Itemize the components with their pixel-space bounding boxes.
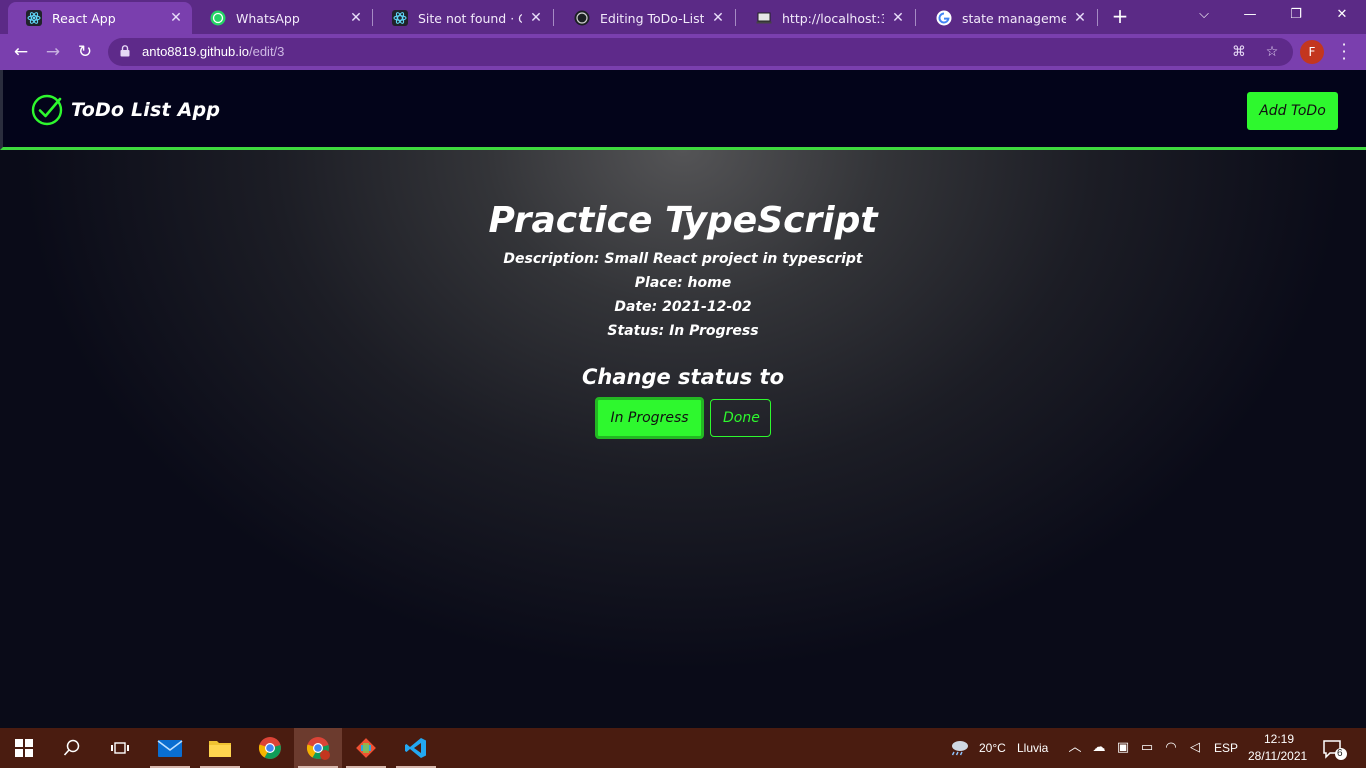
- tab-localhost[interactable]: http://localhost:3000/ ✕: [738, 2, 914, 34]
- status-button-group: In Progress Done: [0, 397, 1366, 439]
- translate-icon[interactable]: ⌘: [1230, 43, 1248, 61]
- tab-title: state management - G: [962, 10, 1066, 26]
- battery-icon[interactable]: ▭: [1138, 739, 1156, 757]
- react-icon: [26, 10, 42, 26]
- url-path: /edit/3: [248, 44, 285, 59]
- search-icon[interactable]: [48, 728, 96, 768]
- check-circle-icon: [31, 94, 63, 126]
- back-arrow-icon[interactable]: ←: [8, 40, 34, 64]
- vscode-icon[interactable]: [392, 728, 440, 768]
- tab-separator: [915, 9, 916, 26]
- mail-icon[interactable]: [146, 728, 194, 768]
- tab-whatsapp[interactable]: WhatsApp ✕: [192, 2, 372, 34]
- clock-time[interactable]: 12:19: [1264, 732, 1294, 746]
- description-value: Small React project in typescript: [604, 251, 863, 267]
- weather-temperature[interactable]: 20°C: [979, 741, 1006, 755]
- weather-condition[interactable]: Lluvia: [1017, 741, 1048, 755]
- tab-title: Site not found · GitHub: [418, 10, 522, 26]
- file-explorer-icon[interactable]: [196, 728, 244, 768]
- clock-date[interactable]: 28/11/2021: [1248, 749, 1307, 763]
- task-view-icon[interactable]: [96, 728, 144, 768]
- windows-start-icon[interactable]: [0, 728, 48, 768]
- restore-icon[interactable]: ❐: [1276, 4, 1316, 28]
- tab-separator: [735, 9, 736, 26]
- close-icon[interactable]: ✕: [710, 10, 726, 26]
- url-text: anto8819.github.io/edit/3: [142, 44, 284, 59]
- minimize-icon[interactable]: —: [1230, 4, 1270, 28]
- tab-title: Editing ToDo-List-App: [600, 10, 704, 26]
- todo-date: Date: 2021-12-02: [0, 295, 1366, 319]
- github-icon: [574, 10, 590, 26]
- browser-toolbar: ← → ↻ anto8819.github.io/edit/3 ⌘ ☆ F · ·…: [0, 34, 1366, 70]
- google-icon: [936, 10, 952, 26]
- tab-editing-todo[interactable]: Editing ToDo-List-App ✕: [556, 2, 734, 34]
- tab-separator: [372, 9, 373, 26]
- reload-icon[interactable]: ↻: [72, 40, 98, 64]
- notifications-icon[interactable]: [1322, 739, 1348, 760]
- react-icon: [392, 10, 408, 26]
- app-navbar: ToDo List App Add ToDo: [0, 70, 1366, 150]
- browser-tab-bar: React App ✕ WhatsApp ✕ Site not found · …: [0, 0, 1366, 34]
- git-icon[interactable]: [342, 728, 390, 768]
- place-label: Place:: [634, 275, 683, 291]
- status-done-button[interactable]: Done: [710, 399, 771, 437]
- new-tab-button[interactable]: +: [1108, 5, 1132, 29]
- close-icon[interactable]: ✕: [168, 10, 184, 26]
- app-title: ToDo List App: [71, 99, 221, 121]
- chrome-icon[interactable]: [246, 728, 294, 768]
- input-language[interactable]: ESP: [1214, 741, 1238, 755]
- close-icon[interactable]: ✕: [528, 10, 544, 26]
- tab-title: http://localhost:3000/: [782, 10, 884, 26]
- todo-detail: Practice TypeScript Description: Small R…: [0, 195, 1366, 439]
- tab-title: WhatsApp: [236, 10, 300, 26]
- url-host: anto8819.github.io: [142, 44, 249, 59]
- forward-arrow-icon[interactable]: →: [40, 40, 66, 64]
- change-status-heading: Change status to: [581, 365, 785, 389]
- close-icon[interactable]: ✕: [890, 10, 906, 26]
- tab-title: React App: [52, 10, 116, 26]
- chrome-profile-icon[interactable]: [294, 728, 342, 768]
- close-icon[interactable]: ✕: [1072, 10, 1088, 26]
- browser-menu-icon[interactable]: · · ·: [1338, 37, 1350, 67]
- whatsapp-icon: [210, 10, 226, 26]
- close-icon[interactable]: ✕: [348, 10, 364, 26]
- tab-google-search[interactable]: state management - G ✕: [918, 2, 1096, 34]
- meet-now-icon[interactable]: ▣: [1114, 739, 1132, 757]
- weather-rain-icon[interactable]: [948, 739, 970, 757]
- date-label: Date:: [614, 299, 658, 315]
- todo-status: Status: In Progress: [0, 319, 1366, 343]
- lock-icon: [120, 45, 130, 57]
- laptop-icon: [756, 10, 772, 26]
- tab-separator: [553, 9, 554, 26]
- app-page: ToDo List App Add ToDo Practice TypeScri…: [0, 70, 1366, 728]
- profile-avatar[interactable]: F: [1300, 40, 1324, 64]
- status-value: In Progress: [669, 323, 759, 339]
- tab-separator: [1097, 9, 1098, 26]
- close-window-icon[interactable]: ✕: [1322, 4, 1362, 28]
- onedrive-cloud-icon[interactable]: ☁: [1090, 739, 1108, 757]
- app-brand[interactable]: ToDo List App: [31, 94, 220, 126]
- tab-site-not-found[interactable]: Site not found · GitHub ✕: [374, 2, 552, 34]
- date-value: 2021-12-02: [662, 299, 752, 315]
- description-label: Description:: [503, 251, 600, 267]
- todo-title: Practice TypeScript: [488, 200, 878, 241]
- windows-taskbar: 20°C Lluvia ︿ ☁ ▣ ▭ ◠ ◁ ESP 12:19 28/11/…: [0, 728, 1366, 768]
- wifi-icon[interactable]: ◠: [1162, 739, 1180, 757]
- chevron-up-icon[interactable]: ︿: [1066, 739, 1084, 757]
- address-bar[interactable]: anto8819.github.io/edit/3 ⌘ ☆: [108, 38, 1293, 66]
- todo-place: Place: home: [0, 271, 1366, 295]
- speaker-icon[interactable]: ◁: [1186, 739, 1204, 757]
- place-value: home: [687, 275, 732, 291]
- status-in-progress-button[interactable]: In Progress: [595, 397, 704, 439]
- notification-count: 6: [1337, 748, 1343, 759]
- tab-search-chevron-icon[interactable]: ⌵: [1184, 4, 1224, 28]
- tab-react-app[interactable]: React App ✕: [8, 2, 192, 34]
- todo-description: Description: Small React project in type…: [0, 247, 1366, 271]
- add-todo-button[interactable]: Add ToDo: [1247, 92, 1338, 130]
- bookmark-star-icon[interactable]: ☆: [1263, 43, 1281, 61]
- status-label: Status:: [607, 323, 665, 339]
